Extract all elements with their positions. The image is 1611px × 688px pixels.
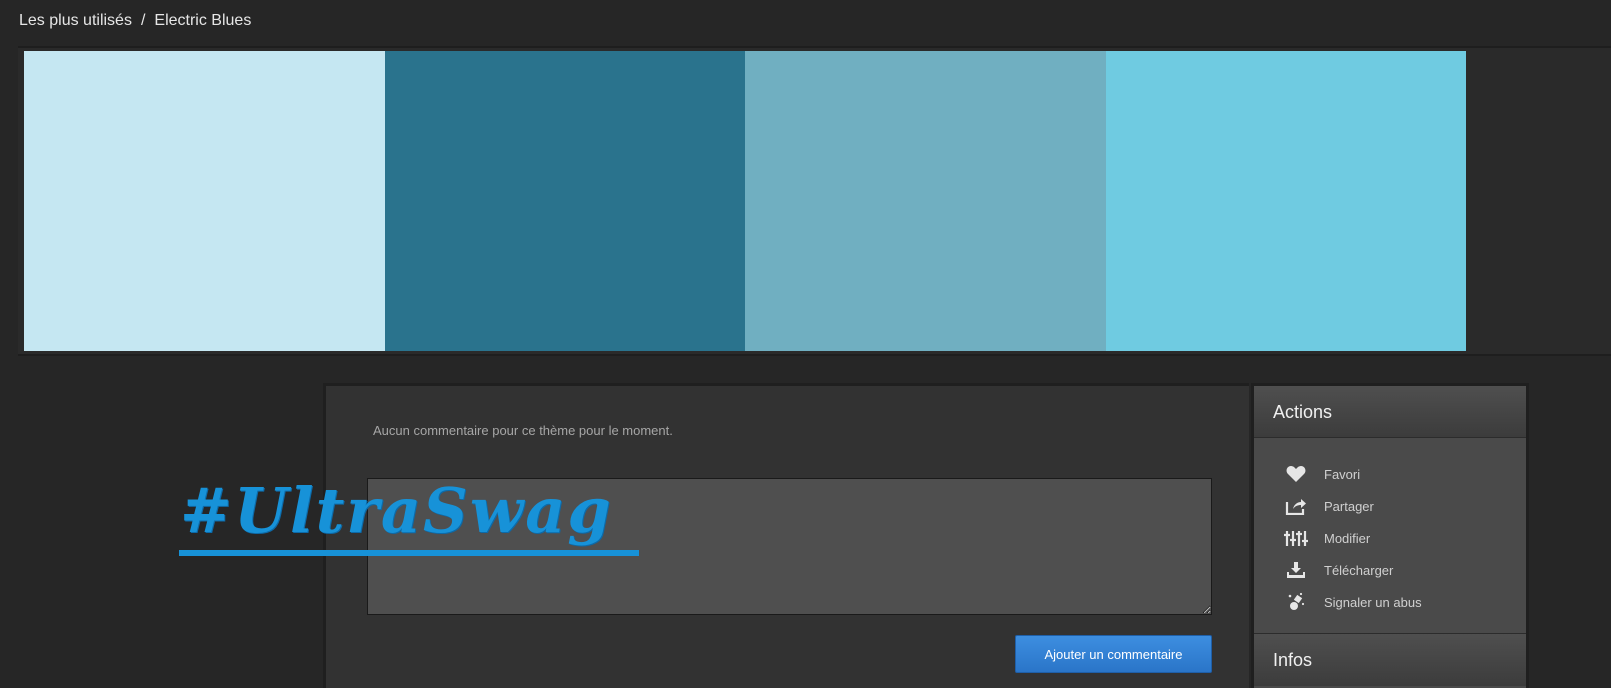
add-comment-button[interactable]: Ajouter un commentaire <box>1015 635 1212 673</box>
actions-list: Favori Partager Modifier Télécharger Sig… <box>1254 438 1526 634</box>
action-download-label: Télécharger <box>1324 562 1394 578</box>
comment-input[interactable] <box>367 478 1212 615</box>
breadcrumb-current: Electric Blues <box>154 12 252 29</box>
action-favorite-label: Favori <box>1324 466 1361 482</box>
share-icon <box>1284 494 1308 518</box>
breadcrumb: Les plus utilisés / Electric Blues <box>19 10 251 32</box>
action-report-abuse-label: Signaler un abus <box>1324 594 1422 610</box>
comments-panel: Aucun commentaire pour ce thème pour le … <box>323 383 1249 688</box>
action-favorite[interactable]: Favori <box>1254 458 1526 490</box>
no-comments-message: Aucun commentaire pour ce thème pour le … <box>373 423 673 438</box>
action-download[interactable]: Télécharger <box>1254 554 1526 586</box>
breadcrumb-separator: / <box>140 12 146 29</box>
action-share[interactable]: Partager <box>1254 490 1526 522</box>
swatch-3[interactable] <box>745 51 1106 351</box>
action-edit[interactable]: Modifier <box>1254 522 1526 554</box>
flag-abuse-icon <box>1284 590 1308 614</box>
swatch-4[interactable] <box>1105 51 1466 351</box>
action-share-label: Partager <box>1324 498 1374 514</box>
sliders-icon <box>1284 526 1308 550</box>
infos-header: Infos <box>1254 634 1526 686</box>
color-palette <box>24 51 1466 351</box>
download-icon <box>1284 558 1308 582</box>
action-report-abuse[interactable]: Signaler un abus <box>1254 586 1526 618</box>
swatch-1[interactable] <box>24 51 385 351</box>
heart-icon <box>1284 462 1308 486</box>
side-panel: Actions Favori Partager Modifier Télécha… <box>1251 383 1529 688</box>
swatch-2[interactable] <box>384 51 745 351</box>
breadcrumb-link-most-used[interactable]: Les plus utilisés <box>19 12 132 30</box>
actions-header: Actions <box>1254 386 1526 438</box>
action-edit-label: Modifier <box>1324 530 1371 546</box>
